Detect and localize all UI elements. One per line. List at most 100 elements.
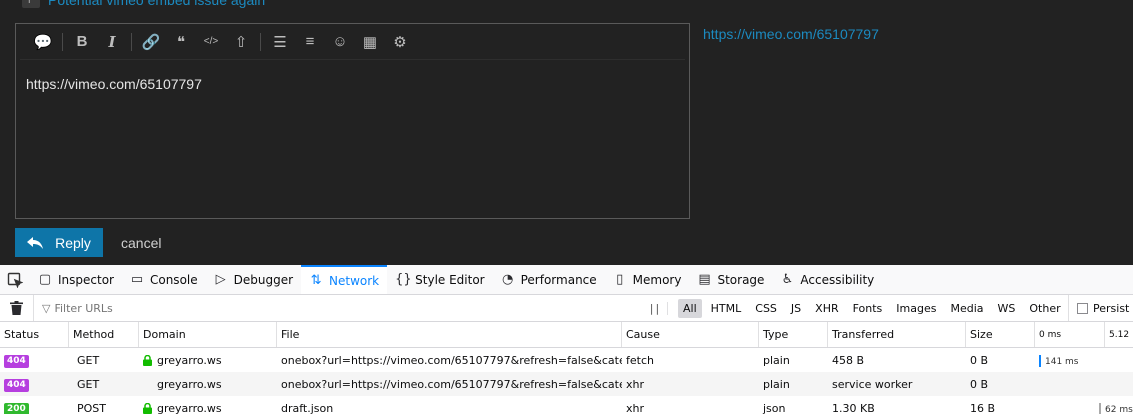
cause-cell: xhr	[626, 377, 645, 391]
tab-label: Style Editor	[415, 272, 485, 287]
col-cause[interactable]: Cause	[622, 322, 759, 347]
editor-content[interactable]: https://vimeo.com/65107797	[26, 76, 202, 92]
lock-icon	[143, 403, 154, 414]
memory-icon: ▯	[616, 272, 624, 287]
tab-label: Performance	[520, 272, 597, 287]
status-badge: 200	[4, 402, 29, 414]
tab-storage[interactable]: ▤ Storage	[689, 265, 772, 294]
timing-bar	[1099, 402, 1101, 414]
element-picker-icon[interactable]	[0, 265, 30, 294]
preview-link[interactable]: https://vimeo.com/65107797	[703, 26, 879, 42]
col-status[interactable]: Status	[0, 322, 69, 347]
bullet-list-icon[interactable]: ☰	[265, 27, 295, 57]
col-file[interactable]: File	[277, 322, 622, 347]
tab-label: Memory	[632, 272, 682, 287]
tab-performance[interactable]: ◔ Performance	[493, 265, 605, 294]
performance-icon: ◔	[501, 272, 514, 287]
tab-console[interactable]: ▭ Console	[122, 265, 206, 294]
table-header: Status Method Domain File Cause Type Tra…	[0, 322, 1133, 348]
status-badge: 404	[4, 354, 29, 368]
filter-urls[interactable]: ▽	[34, 301, 644, 315]
numbered-list-icon[interactable]: ≡	[295, 27, 325, 57]
persist-logs-checkbox[interactable]	[1077, 302, 1088, 314]
italic-icon[interactable]: I	[97, 27, 127, 57]
table-row[interactable]: 404 GET greyarro.ws onebox?url=https://vime…	[0, 372, 1133, 396]
waterfall-cell: 141 ms	[1035, 354, 1105, 367]
storage-icon: ▤	[698, 272, 711, 287]
cause-cell: xhr	[626, 401, 645, 414]
domain-text: greyarro.ws	[157, 353, 222, 367]
tab-style-editor[interactable]: {} Style Editor	[387, 265, 492, 294]
bold-icon[interactable]: B	[67, 27, 97, 57]
chat-bubble-icon[interactable]: 💬	[28, 27, 58, 57]
topic-title[interactable]: Potential vimeo embed issue again	[48, 0, 265, 8]
type-cell: plain	[763, 377, 790, 391]
tab-label: Storage	[717, 272, 765, 287]
filter-css[interactable]: CSS	[750, 299, 782, 318]
tab-inspector[interactable]: ▢ Inspector	[30, 265, 122, 294]
console-icon: ▭	[130, 272, 144, 287]
filter-urls-input[interactable]	[54, 301, 615, 315]
tab-label: Accessibility	[800, 272, 875, 287]
filter-images[interactable]: Images	[891, 299, 941, 318]
filter-ws[interactable]: WS	[993, 299, 1021, 318]
status-cell: 404	[0, 353, 69, 368]
method-cell: GET	[77, 353, 100, 367]
size-cell: 16 B	[970, 401, 996, 414]
devtools-tabbar: ▢ Inspector ▭ Console ▷ Debugger ⇅ Network {} Sty…	[0, 265, 1133, 295]
calendar-icon[interactable]: ▦	[355, 27, 385, 57]
col-method[interactable]: Method	[69, 322, 139, 347]
file-cell: onebox?url=https://vimeo.com/65107797&re…	[281, 353, 622, 367]
cancel-link[interactable]: cancel	[121, 235, 161, 251]
domain-cell: greyarro.ws	[139, 354, 277, 367]
network-toolbar: ▽ || AllHTMLCSSJSXHR FontsImagesMedia WSOt…	[0, 295, 1133, 322]
cause-cell: fetch	[626, 353, 654, 367]
domain-text: greyarro.ws	[157, 401, 222, 414]
code-icon[interactable]: </>	[196, 27, 226, 57]
domain-cell: greyarro.ws	[139, 378, 277, 391]
timing-label: 141 ms	[1045, 356, 1079, 367]
tab-debugger[interactable]: ▷ Debugger	[206, 265, 301, 294]
col-waterfall-start[interactable]: 0 ms	[1035, 322, 1105, 347]
pause-icon[interactable]: ||	[644, 301, 668, 315]
tab-memory[interactable]: ▯ Memory	[605, 265, 690, 294]
network-icon: ⇅	[310, 273, 322, 288]
col-transferred[interactable]: Transferred	[828, 322, 966, 347]
col-size[interactable]: Size	[966, 322, 1035, 347]
emoji-icon[interactable]: ☺	[325, 27, 355, 57]
tab-network[interactable]: ⇅ Network	[301, 265, 388, 294]
persist-logs-toggle[interactable]: Persist Logs	[1068, 295, 1133, 321]
tab-label: Console	[149, 272, 198, 287]
debugger-icon: ▷	[215, 272, 226, 287]
col-domain[interactable]: Domain	[139, 322, 277, 347]
gear-icon[interactable]: ⚙	[385, 27, 415, 57]
composer-editor[interactable]: 💬 B I 🔗 ❝ </> ⇧ ☰ ≡ ☺ ▦ ⚙ https://vimeo.com/6510779…	[15, 23, 690, 219]
link-icon[interactable]: 🔗	[136, 27, 166, 57]
upload-icon[interactable]: ⇧	[226, 27, 256, 57]
filter-all[interactable]: All	[678, 298, 702, 318]
filter-other[interactable]: Other	[1024, 299, 1065, 318]
persist-logs-label: Persist Logs	[1093, 301, 1133, 315]
transferred-cell: 1.30 KB	[832, 401, 875, 414]
file-cell: draft.json	[281, 401, 334, 414]
method-cell: GET	[77, 377, 100, 391]
topic-link[interactable]: ↱ Potential vimeo embed issue again	[22, 0, 265, 8]
filter-fonts[interactable]: Fonts	[848, 299, 888, 318]
quote-icon[interactable]: ❝	[166, 27, 196, 57]
table-row[interactable]: 404 GET greyarro.ws onebox?url=https://vime…	[0, 348, 1133, 372]
inspector-icon: ▢	[38, 272, 52, 287]
editor-toolbar: 💬 B I 🔗 ❝ </> ⇧ ☰ ≡ ☺ ▦ ⚙	[20, 24, 685, 60]
filter-js[interactable]: JS	[786, 299, 806, 318]
transferred-cell: 458 B	[832, 353, 865, 367]
waterfall-cell-2: 62 ms	[1095, 402, 1133, 414]
clear-requests-icon[interactable]	[0, 295, 34, 321]
reply-button[interactable]: Reply	[15, 228, 103, 257]
table-row[interactable]: 200 POST greyarro.ws draft.json xhr json 1.30 …	[0, 396, 1133, 414]
tab-accessibility[interactable]: ♿ Accessibility	[772, 265, 882, 294]
col-type[interactable]: Type	[759, 322, 828, 347]
filter-xhr[interactable]: XHR	[810, 299, 843, 318]
filter-media[interactable]: Media	[945, 299, 988, 318]
type-cell: json	[763, 401, 786, 414]
filter-html[interactable]: HTML	[706, 299, 747, 318]
timing-bar	[1039, 354, 1041, 367]
